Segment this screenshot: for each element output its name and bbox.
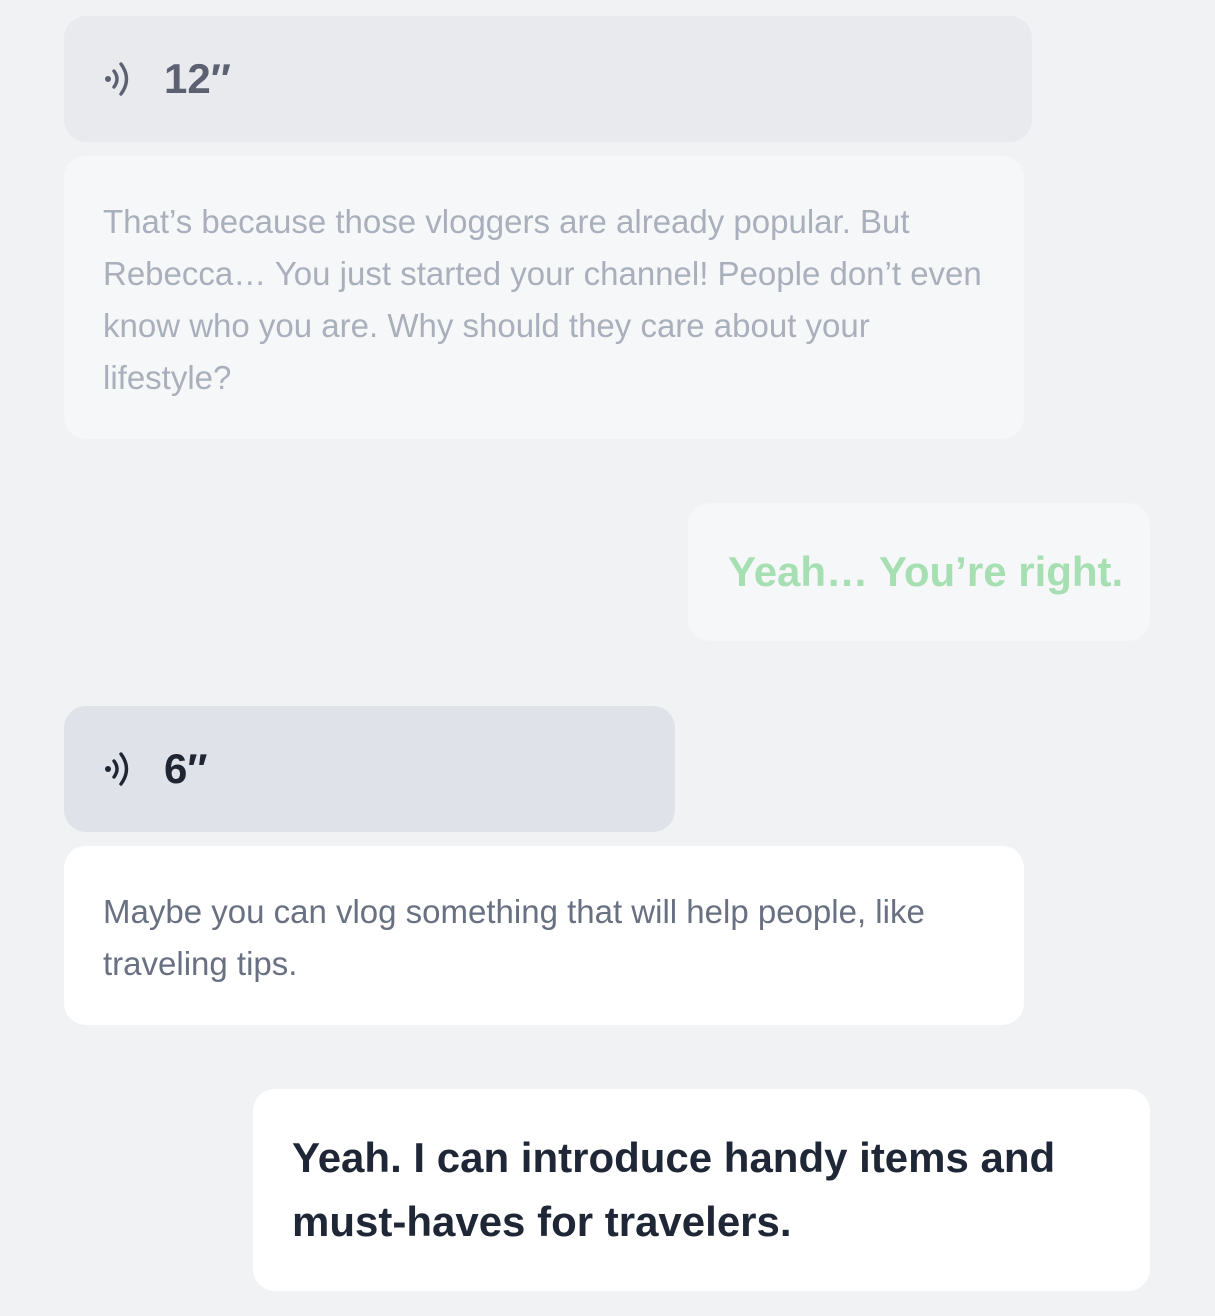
speaker-icon bbox=[102, 59, 142, 99]
message-bubble: Maybe you can vlog something that will h… bbox=[64, 846, 1024, 1025]
reply-bubble[interactable]: Yeah… You’re right. bbox=[688, 503, 1150, 641]
message-bubble: That’s because those vloggers are alread… bbox=[64, 156, 1024, 439]
audio-play-bar[interactable]: 6″ bbox=[64, 706, 675, 832]
reply-bubble[interactable]: Yeah. I can introduce handy items and mu… bbox=[253, 1089, 1150, 1291]
audio-duration: 12″ bbox=[164, 55, 231, 102]
audio-play-bar[interactable]: 12″ bbox=[64, 16, 1032, 142]
message-text: Maybe you can vlog something that will h… bbox=[103, 893, 925, 982]
message-text: That’s because those vloggers are alread… bbox=[103, 203, 982, 396]
speaker-icon bbox=[102, 749, 142, 789]
audio-duration: 6″ bbox=[164, 745, 208, 792]
reply-text: Yeah. I can introduce handy items and mu… bbox=[292, 1134, 1056, 1245]
reply-text: Yeah… You’re right. bbox=[728, 548, 1124, 595]
